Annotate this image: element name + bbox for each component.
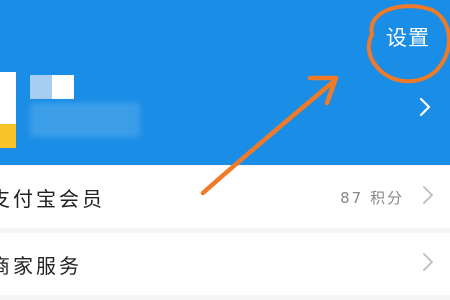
menu-item-merchant-services[interactable]: 商家服务 xyxy=(0,233,450,295)
profile-header: 设置 xyxy=(0,0,450,165)
blurred-username xyxy=(30,103,140,137)
avatar-badge xyxy=(0,124,16,148)
menu-item-label: 商家服务 xyxy=(0,253,82,278)
settings-button[interactable]: 设置 xyxy=(386,22,430,52)
username-obscured[interactable] xyxy=(30,75,140,137)
mosaic-block xyxy=(52,75,74,99)
menu-item-member[interactable]: 支付宝会员 87 积分 xyxy=(0,166,450,228)
points-value: 87 积分 xyxy=(340,188,404,207)
chevron-right-icon xyxy=(422,252,434,276)
chevron-right-icon xyxy=(422,185,434,209)
chevron-right-icon[interactable] xyxy=(418,96,432,122)
menu-item-label: 支付宝会员 xyxy=(0,186,105,211)
avatar[interactable] xyxy=(0,72,16,148)
mosaic-block xyxy=(30,75,52,99)
